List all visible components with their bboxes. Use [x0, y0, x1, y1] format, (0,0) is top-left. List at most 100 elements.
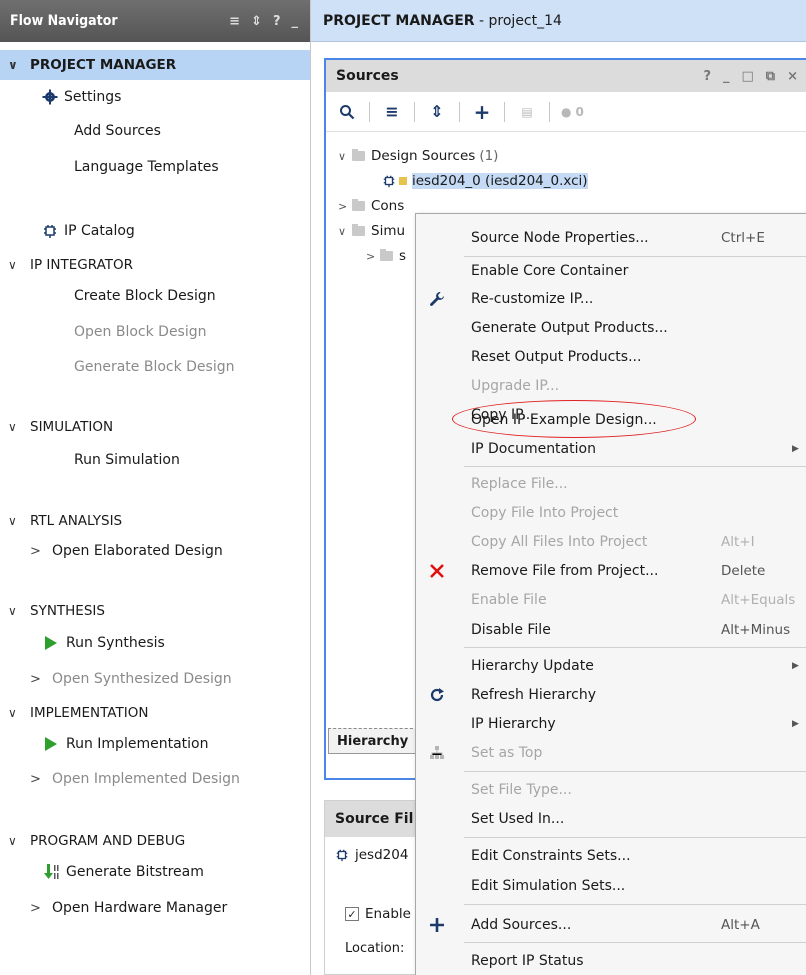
- search-icon[interactable]: [336, 101, 358, 123]
- expand-all-icon[interactable]: ⇕: [426, 101, 448, 123]
- project-manager-label: PROJECT MANAGER: [323, 12, 475, 29]
- nav-item-run-synthesis[interactable]: Run Synthesis: [44, 630, 165, 656]
- menu-item-label: Edit Simulation Sets...: [471, 878, 626, 894]
- chevron-down-icon: ∨: [8, 514, 17, 528]
- nav-item-open-implemented-design[interactable]: > Open Implemented Design: [30, 766, 240, 792]
- menu-item-refresh-hierarchy[interactable]: Refresh Hierarchy: [416, 681, 806, 709]
- menu-item-label: Add Sources...: [471, 917, 572, 933]
- tree-label: Design Sources: [371, 148, 476, 164]
- menu-item-upgrade-ip[interactable]: Upgrade IP...: [416, 372, 806, 400]
- menu-item-replace-file[interactable]: Replace File...: [416, 470, 806, 498]
- nav-item-label: Run Implementation: [66, 736, 209, 752]
- tree-sim-set[interactable]: > s: [366, 244, 406, 268]
- status-dot-icon[interactable]: ● 0: [561, 101, 584, 123]
- nav-item-label: Open Elaborated Design: [52, 543, 223, 559]
- sources-toolbar: ≡ ⇕ + ▤ ● 0: [326, 92, 806, 132]
- nav-item-open-hardware-manager[interactable]: > Open Hardware Manager: [30, 895, 227, 921]
- collapse-all-icon[interactable]: ≡: [229, 14, 240, 29]
- menu-item-label: Upgrade IP...: [471, 378, 560, 394]
- flow-navigator-header: Flow Navigator ≡ ⇕ ? _: [0, 0, 310, 42]
- close-icon[interactable]: ×: [787, 69, 798, 84]
- collapse-all-icon[interactable]: ≡: [381, 101, 403, 123]
- expand-all-icon[interactable]: ⇕: [251, 14, 262, 29]
- tree-simulation-sources[interactable]: ∨ Simu: [338, 219, 405, 243]
- menu-item-label: Set File Type...: [471, 782, 572, 798]
- menu-item-label: Replace File...: [471, 476, 568, 492]
- menu-separator: [464, 837, 806, 838]
- section-ip-integrator[interactable]: ∨ IP INTEGRATOR: [0, 250, 310, 280]
- nav-item-language-templates[interactable]: Language Templates: [74, 154, 219, 180]
- nav-item-add-sources[interactable]: Add Sources: [74, 118, 161, 144]
- menu-item-enable-core-container[interactable]: Enable Core Container: [416, 257, 806, 285]
- nav-item-ip-catalog[interactable]: IP Catalog: [42, 218, 135, 244]
- gear-icon: [42, 89, 64, 105]
- section-synthesis[interactable]: ∨ SYNTHESIS: [0, 596, 310, 626]
- enabled-checkbox[interactable]: ✓ Enable: [345, 906, 411, 922]
- menu-item-shortcut: Delete: [721, 563, 766, 579]
- minimize-icon[interactable]: _: [292, 14, 299, 29]
- menu-item-edit-constraints-sets[interactable]: Edit Constraints Sets...: [416, 842, 806, 870]
- section-implementation[interactable]: ∨ IMPLEMENTATION: [0, 698, 310, 728]
- nav-item-run-implementation[interactable]: Run Implementation: [44, 731, 208, 757]
- nav-item-generate-bitstream[interactable]: Generate Bitstream: [44, 859, 204, 885]
- menu-item-enable-file[interactable]: Enable File Alt+Equals: [416, 586, 806, 614]
- menu-item-report-ip-status[interactable]: Report IP Status: [416, 947, 806, 975]
- menu-item-remove-file-from-project[interactable]: Remove File from Project... Delete: [416, 557, 806, 585]
- nav-item-create-block-design[interactable]: Create Block Design: [74, 283, 216, 309]
- tree-design-sources[interactable]: ∨ Design Sources (1): [338, 144, 498, 168]
- menu-item-add-sources[interactable]: Add Sources... Alt+A: [416, 911, 806, 939]
- maximize-icon[interactable]: □: [742, 69, 754, 84]
- menu-item-hierarchy-update[interactable]: Hierarchy Update ▶: [416, 652, 806, 680]
- help-icon[interactable]: ?: [703, 69, 711, 84]
- section-program-and-debug[interactable]: ∨ PROGRAM AND DEBUG: [0, 826, 310, 856]
- nav-item-generate-block-design[interactable]: Generate Block Design: [74, 354, 235, 380]
- menu-item-generate-output-products[interactable]: Generate Output Products...: [416, 314, 806, 342]
- menu-item-ip-hierarchy[interactable]: IP Hierarchy ▶: [416, 710, 806, 738]
- section-rtl-analysis[interactable]: ∨ RTL ANALYSIS: [0, 506, 310, 536]
- nav-item-open-elaborated-design[interactable]: > Open Elaborated Design: [30, 538, 223, 564]
- help-icon[interactable]: ?: [273, 14, 281, 29]
- menu-item-re-customize-ip[interactable]: Re-customize IP...: [416, 285, 806, 313]
- properties-icon[interactable]: ▤: [516, 101, 538, 123]
- menu-item-shortcut: Alt+Equals: [721, 592, 796, 608]
- nav-item-settings[interactable]: Settings: [42, 84, 121, 110]
- nav-item-open-synthesized-design[interactable]: > Open Synthesized Design: [30, 666, 232, 692]
- menu-item-source-node-properties[interactable]: Source Node Properties... Ctrl+E: [416, 224, 806, 252]
- chevron-right-icon: >: [30, 671, 41, 687]
- menu-item-copy-all-files-into-project[interactable]: Copy All Files Into Project Alt+I: [416, 528, 806, 556]
- run-icon: [44, 737, 66, 751]
- menu-item-disable-file[interactable]: Disable File Alt+Minus: [416, 616, 806, 644]
- tree-ip-file[interactable]: iesd204_0 (iesd204_0.xci): [382, 169, 588, 193]
- tree-label: Simu: [371, 223, 406, 239]
- menu-item-label: Enable Core Container: [471, 263, 629, 279]
- checkmark-icon[interactable]: ✓: [345, 907, 359, 921]
- chevron-right-icon: >: [338, 199, 348, 213]
- menu-item-copy-file-into-project[interactable]: Copy File Into Project: [416, 499, 806, 527]
- menu-item-reset-output-products[interactable]: Reset Output Products...: [416, 343, 806, 371]
- menu-item-set-file-type[interactable]: Set File Type...: [416, 776, 806, 804]
- nav-item-label: Open Implemented Design: [52, 771, 240, 787]
- context-menu: Source Node Properties... Ctrl+E Enable …: [415, 213, 806, 975]
- nav-item-open-block-design[interactable]: Open Block Design: [74, 319, 207, 345]
- section-simulation[interactable]: ∨ SIMULATION: [0, 412, 310, 442]
- menu-item-set-used-in[interactable]: Set Used In...: [416, 805, 806, 833]
- menu-item-label: IP Documentation: [471, 441, 596, 457]
- section-label: IMPLEMENTATION: [30, 705, 149, 721]
- menu-item-set-as-top[interactable]: Set as Top: [416, 739, 806, 767]
- nav-item-run-simulation[interactable]: Run Simulation: [74, 447, 180, 473]
- menu-item-edit-simulation-sets[interactable]: Edit Simulation Sets...: [416, 872, 806, 900]
- submenu-arrow-icon: ▶: [792, 719, 799, 729]
- tab-hierarchy[interactable]: Hierarchy: [328, 728, 418, 754]
- chevron-right-icon: >: [30, 771, 41, 787]
- minimize-icon[interactable]: _: [723, 69, 730, 84]
- file-status-icon: [399, 177, 407, 185]
- tree-constraints[interactable]: > Cons: [338, 194, 404, 218]
- menu-item-open-ip-example-design-row[interactable]: Open IP Example Design...: [416, 406, 806, 434]
- add-icon[interactable]: +: [471, 100, 493, 124]
- menu-item-label: Source Node Properties...: [471, 230, 649, 246]
- float-icon[interactable]: ⧉: [766, 69, 775, 84]
- menu-item-ip-documentation[interactable]: IP Documentation ▶: [416, 435, 806, 463]
- section-label: RTL ANALYSIS: [30, 513, 123, 529]
- section-project-manager[interactable]: ∨ PROJECT MANAGER: [0, 50, 310, 80]
- submenu-arrow-icon: ▶: [792, 661, 799, 671]
